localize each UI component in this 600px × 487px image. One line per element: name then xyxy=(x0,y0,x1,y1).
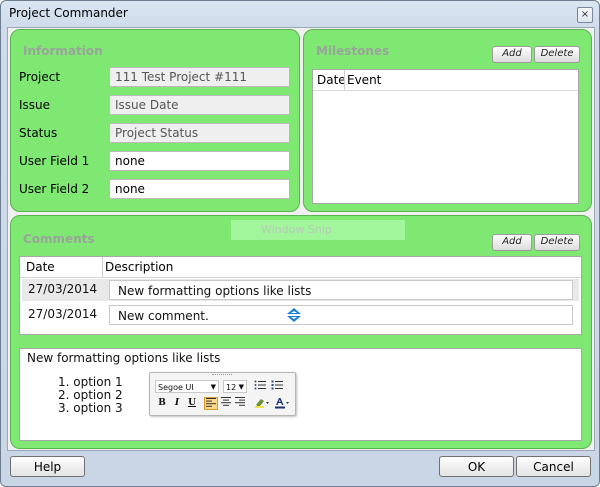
project-label: Project xyxy=(19,70,61,84)
project-field[interactable]: 111 Test Project #111 xyxy=(109,67,290,87)
comment-rich-text-editor[interactable]: New formatting options like lists 1. opt… xyxy=(19,348,582,441)
issue-label: Issue xyxy=(19,98,51,112)
close-button[interactable]: × xyxy=(577,7,593,23)
font-color-button[interactable] xyxy=(273,397,291,410)
milestones-date-column[interactable]: Date xyxy=(317,73,346,87)
comment-description-field[interactable]: New formatting options like lists xyxy=(109,280,573,300)
column-divider xyxy=(344,70,345,90)
format-toolbar: Segoe UI ▼ 12 ▼ B I U xyxy=(149,372,296,416)
milestones-grid[interactable]: Date Event xyxy=(312,69,579,204)
milestone-add-button[interactable]: Add xyxy=(492,46,532,63)
comment-description-field[interactable]: New comment. xyxy=(109,305,573,325)
comments-date-column[interactable]: Date xyxy=(26,260,55,274)
bold-button[interactable]: B xyxy=(155,397,169,410)
splitter-handle[interactable] xyxy=(284,307,304,323)
user-field-2-label: User Field 2 xyxy=(19,182,90,196)
comment-add-button[interactable]: Add xyxy=(492,234,532,251)
cancel-button[interactable]: Cancel xyxy=(516,456,591,477)
align-left-icon xyxy=(206,398,216,407)
italic-button[interactable]: I xyxy=(170,397,184,410)
highlight-color-button[interactable] xyxy=(253,397,270,410)
align-right-icon xyxy=(235,397,245,406)
window-title: Project Commander xyxy=(9,6,128,20)
status-label: Status xyxy=(19,126,58,140)
splitter-icon xyxy=(287,308,301,322)
window-snip-overlay: Window Snip xyxy=(231,220,405,240)
bullet-list-icon xyxy=(254,380,266,390)
comment-date: 27/03/2014 xyxy=(28,282,98,296)
chevron-down-icon: ▼ xyxy=(210,383,216,391)
font-size-value: 12 xyxy=(226,383,237,392)
ok-button[interactable]: OK xyxy=(439,456,514,477)
underline-button[interactable]: U xyxy=(185,397,199,410)
comments-grid[interactable]: Date Description 27/03/2014 New formatti… xyxy=(19,256,582,335)
comments-title: Comments xyxy=(23,232,95,246)
window-snip-label: Window Snip xyxy=(261,223,332,236)
numbered-list-button[interactable] xyxy=(270,380,284,393)
comments-description-column[interactable]: Description xyxy=(105,260,173,274)
comment-date: 27/03/2014 xyxy=(28,307,98,321)
information-panel: Information Project 111 Test Project #11… xyxy=(10,29,300,212)
user-field-1-input[interactable]: none xyxy=(109,151,290,171)
comment-delete-button[interactable]: Delete xyxy=(534,234,580,251)
help-button[interactable]: Help xyxy=(10,456,85,477)
title-bar: Project Commander × xyxy=(1,1,599,27)
milestones-panel: Milestones Add Delete Date Event xyxy=(303,29,592,212)
user-field-2-input[interactable]: none xyxy=(109,179,290,199)
list-item: 3. option 3 xyxy=(58,401,123,415)
comments-panel: Comments Add Delete Date Description 27/… xyxy=(10,215,592,449)
milestones-grid-header: Date Event xyxy=(313,70,578,91)
bullet-list-button[interactable] xyxy=(253,380,267,393)
column-divider xyxy=(102,257,103,277)
font-size-select[interactable]: 12 ▼ xyxy=(223,380,247,393)
close-icon: × xyxy=(580,9,590,20)
align-center-button[interactable] xyxy=(219,397,233,410)
milestone-delete-button[interactable]: Delete xyxy=(534,46,580,63)
milestones-title: Milestones xyxy=(316,44,390,58)
user-field-1-label: User Field 1 xyxy=(19,154,90,168)
ordered-list: 1. option 1 2. option 2 3. option 3 xyxy=(58,376,123,415)
comment-row[interactable]: 27/03/2014 New formatting options like l… xyxy=(22,279,579,301)
align-left-button[interactable] xyxy=(204,397,218,410)
editor-heading-text: New formatting options like lists xyxy=(27,351,221,365)
milestones-event-column[interactable]: Event xyxy=(347,73,381,87)
information-title: Information xyxy=(23,44,103,58)
comments-grid-header: Date Description xyxy=(20,257,581,278)
font-family-value: Segoe UI xyxy=(158,383,194,392)
chevron-down-icon: ▼ xyxy=(238,383,244,391)
highlighter-icon xyxy=(254,399,269,408)
issue-field[interactable]: Issue Date xyxy=(109,95,290,115)
font-color-icon xyxy=(274,398,289,409)
project-commander-window: Project Commander × Information Project … xyxy=(0,0,600,487)
align-right-button[interactable] xyxy=(233,397,247,410)
numbered-list-icon xyxy=(271,380,283,390)
font-family-select[interactable]: Segoe UI ▼ xyxy=(155,380,219,393)
status-field[interactable]: Project Status xyxy=(109,123,290,143)
align-center-icon xyxy=(221,397,231,406)
toolbar-grip[interactable] xyxy=(212,374,232,378)
